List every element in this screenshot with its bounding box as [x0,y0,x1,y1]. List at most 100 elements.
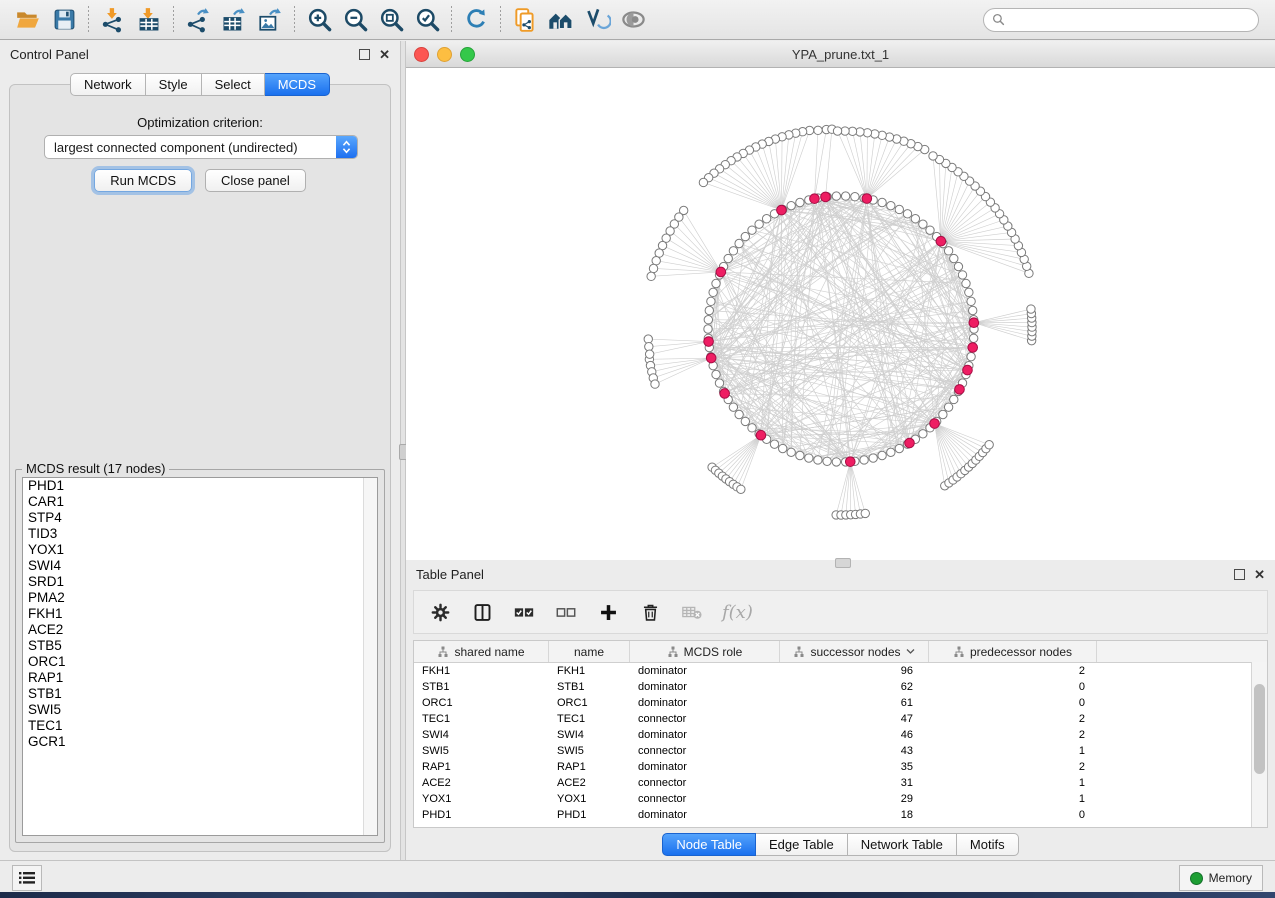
table-row[interactable]: ACE2ACE2connector311 [414,775,1267,791]
graph-node[interactable] [944,247,952,255]
graph-node[interactable] [715,379,723,387]
graph-node[interactable] [823,457,831,465]
mcds-result-item[interactable]: TEC1 [23,718,377,734]
graph-node[interactable] [887,201,895,209]
graph-node[interactable] [895,444,903,452]
graph-node[interactable] [735,239,743,247]
table-row[interactable]: FKH1FKH1dominator962 [414,663,1267,679]
zoom-in-icon[interactable] [301,4,337,36]
graph-node[interactable] [969,306,977,314]
mcds-result-item[interactable]: STB1 [23,686,377,702]
graph-node[interactable] [755,220,763,228]
graph-node[interactable] [699,178,707,186]
graph-node[interactable] [944,403,952,411]
graph-node[interactable] [704,325,712,333]
mcds-node[interactable] [777,205,787,215]
graph-node[interactable] [841,192,849,200]
graph-node[interactable] [814,456,822,464]
mcds-result-item[interactable]: CAR1 [23,494,377,510]
mcds-node[interactable] [716,267,726,277]
mcds-node[interactable] [969,318,979,328]
column-header-predecessor-nodes[interactable]: predecessor nodes [929,641,1097,662]
graph-node[interactable] [778,444,786,452]
mcds-result-item[interactable]: PMA2 [23,590,377,606]
graph-node[interactable] [655,249,663,257]
graph-node[interactable] [748,226,756,234]
graph-node[interactable] [895,205,903,213]
tab-node-table[interactable]: Node Table [662,833,756,856]
mcds-node[interactable] [704,337,714,347]
float-panel-icon[interactable] [359,49,370,60]
open-session-icon[interactable] [10,4,46,36]
zoom-fit-icon[interactable] [373,4,409,36]
graph-node[interactable] [967,297,975,305]
graph-node[interactable] [704,316,712,324]
graph-node[interactable] [878,451,886,459]
zoom-out-icon[interactable] [337,4,373,36]
column-header-shared-name[interactable]: shared name [414,641,549,662]
graph-node[interactable] [861,509,869,517]
export-image-icon[interactable] [252,4,288,36]
criterion-dropdown[interactable]: largest connected component (undirected) [44,135,358,159]
task-history-button[interactable] [12,865,42,891]
table-row[interactable]: TEC1TEC1connector472 [414,711,1267,727]
close-panel-icon[interactable]: ✕ [379,50,390,59]
graph-node[interactable] [962,279,970,287]
tab-select[interactable]: Select [202,73,265,96]
mcds-node[interactable] [845,457,855,467]
graph-node[interactable] [965,288,973,296]
graph-node[interactable] [967,352,975,360]
graph-node[interactable] [737,485,745,493]
graph-node[interactable] [954,262,962,270]
mcds-result-item[interactable]: PHD1 [23,478,377,494]
graph-node[interactable] [741,417,749,425]
graph-node[interactable] [919,220,927,228]
graph-node[interactable] [926,226,934,234]
mcds-result-item[interactable]: TID3 [23,526,377,542]
graph-node[interactable] [652,257,660,265]
graph-node[interactable] [985,441,993,449]
graph-node[interactable] [939,410,947,418]
graph-node[interactable] [887,448,895,456]
graph-node[interactable] [729,403,737,411]
mcds-node[interactable] [955,385,965,395]
delete-column-icon[interactable] [638,600,662,624]
table-row[interactable]: YOX1YOX1connector291 [414,791,1267,807]
graph-node[interactable] [735,410,743,418]
graph-node[interactable] [741,232,749,240]
tab-network[interactable]: Network [70,73,146,96]
graph-node[interactable] [705,306,713,314]
table-row[interactable]: ORC1ORC1dominator610 [414,695,1267,711]
table-settings-icon[interactable] [428,600,452,624]
graph-node[interactable] [709,288,717,296]
export-table-icon[interactable] [216,4,252,36]
horizontal-splitter-grip[interactable] [835,558,851,568]
graph-node[interactable] [787,201,795,209]
graph-node[interactable] [919,430,927,438]
mcds-node[interactable] [930,419,940,429]
mcds-result-list[interactable]: PHD1CAR1STP4TID3YOX1SWI4SRD1PMA2FKH1ACE2… [22,477,378,836]
column-header-name[interactable]: name [549,641,630,662]
export-network-to-web-icon[interactable] [507,4,543,36]
close-table-panel-icon[interactable]: ✕ [1254,570,1265,579]
graph-node[interactable] [903,210,911,218]
clear-table-icon[interactable] [680,600,704,624]
home-icon[interactable] [543,4,579,36]
graph-node[interactable] [724,254,732,262]
graph-node[interactable] [645,350,653,358]
mcds-node[interactable] [720,389,730,399]
graph-node[interactable] [712,370,720,378]
table-row[interactable]: RAP1RAP1dominator352 [414,759,1267,775]
zoom-selected-icon[interactable] [409,4,445,36]
show-hide-panel-icon[interactable] [615,4,651,36]
table-row[interactable]: SWI4SWI4dominator462 [414,727,1267,743]
mcds-list-scrollbar[interactable] [363,478,377,835]
column-header-successor-nodes[interactable]: successor nodes [780,641,929,662]
graph-node[interactable] [832,192,840,200]
network-canvas[interactable] [406,68,1275,560]
table-row[interactable]: SWI5SWI5connector431 [414,743,1267,759]
graph-node[interactable] [878,198,886,206]
function-builder-icon[interactable]: f(x) [722,602,753,623]
network-graph[interactable] [406,68,1275,560]
graph-node[interactable] [969,334,977,342]
